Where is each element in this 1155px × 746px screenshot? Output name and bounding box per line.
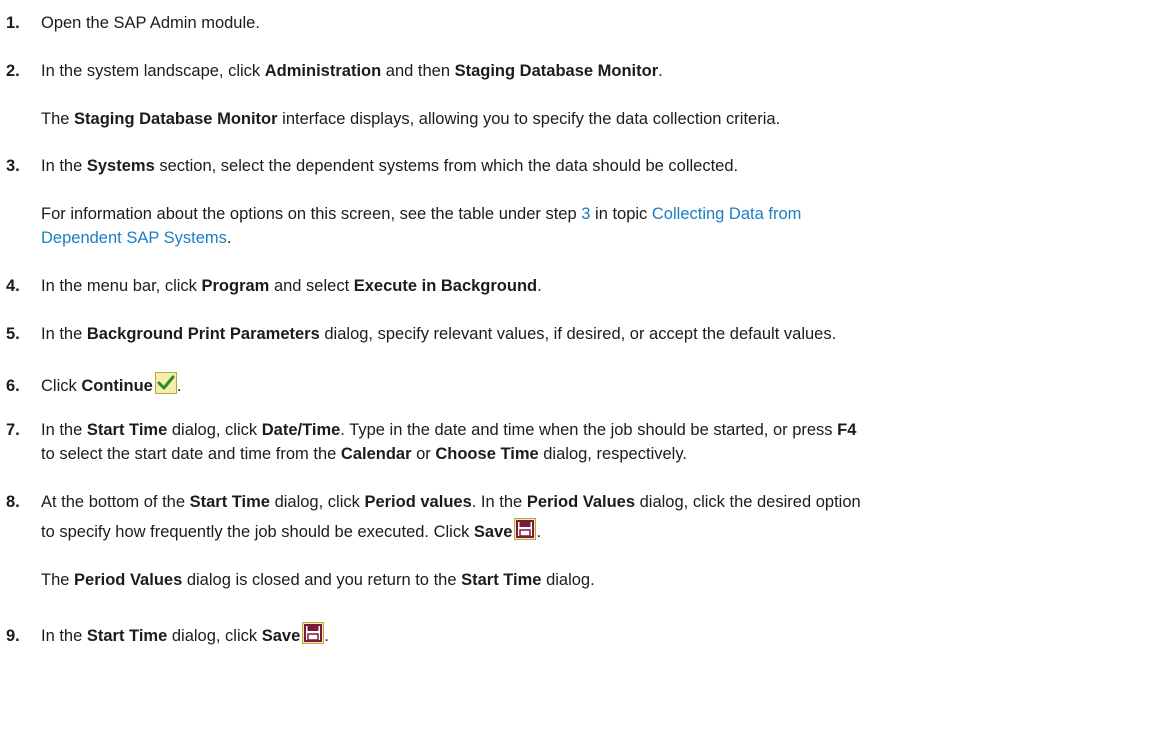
step-number: 3. [6,157,20,175]
step-7: 7. In the Start Time dialog, click Date/T… [0,420,856,440]
step-text: . Type in the date and time when the job… [340,421,838,439]
step-number: 2. [6,62,20,80]
step-text: In the [41,157,87,175]
save-icon [514,518,537,540]
step-text: dialog, click [167,627,262,645]
ui-term: Period values [364,493,472,511]
step-text: Click [41,377,82,395]
ui-term: Start Time [189,493,270,511]
step-text: dialog, specify relevant values, if desi… [319,325,837,343]
ui-term: Choose Time [435,445,539,463]
step-number: 5. [6,325,20,343]
step-text: Open the SAP Admin module. [41,14,260,32]
ui-term: Period Values [526,493,636,511]
step-number: 7. [6,421,20,439]
step-text: . [537,277,542,295]
step-4: 4. In the menu bar, click Program and sel… [0,276,542,296]
step-text: interface displays, allowing you to spec… [277,110,781,128]
ui-term: Start Time [461,571,542,589]
ui-term: Systems [86,157,155,175]
step-text: dialog, respectively. [538,445,687,463]
step-text: to specify how frequently the job should… [41,523,474,541]
step-text: dialog. [541,571,595,589]
step-text: . [226,229,232,247]
step-8-cont: to specify how frequently the job should… [41,518,541,542]
step-9: 9. In the Start Time dialog, click Save. [0,622,329,646]
step-text: to select the start date and time from t… [41,445,341,463]
step-number: 1. [6,14,20,32]
step-text: For information about the options on thi… [41,205,582,223]
ui-term: Calendar [340,445,412,463]
step-8: 8. At the bottom of the Start Time dialog… [0,492,861,512]
step-text: . [658,62,663,80]
step-text: . [536,523,542,541]
ui-term: Staging Database Monitor [454,62,659,80]
step-text: The [41,110,75,128]
step-text: The [41,571,75,589]
step-8-result: The Period Values dialog is closed and y… [41,570,595,590]
save-icon [302,622,325,644]
step-text: In the system landscape, click [41,62,265,80]
topic-link[interactable]: Collecting Data from [652,205,801,223]
step-text: At the bottom of the [41,493,190,511]
checkmark-icon [154,372,177,394]
step-number: 9. [6,627,20,645]
step-text: dialog, click [167,421,262,439]
step-number: 4. [6,277,20,295]
step-text: dialog, click [269,493,365,511]
ui-term: Date/Time [261,421,341,439]
ui-term: Staging Database Monitor [74,110,278,128]
step-1: 1. Open the SAP Admin module. [0,13,260,33]
step-3-info-cont: Dependent SAP Systems. [41,228,231,248]
step-3-info: For information about the options on thi… [41,204,801,224]
ui-term: Period Values [74,571,183,589]
step-5: 5. In the Background Print Parameters dia… [0,324,836,344]
step-text: section, select the dependent systems fr… [154,157,739,175]
step-3: 3. In the Systems section, select the dep… [0,156,738,176]
ui-term: Program [201,277,270,295]
step-text: in topic [590,205,652,223]
step-text: . [324,627,329,645]
step-7-cont: to select the start date and time from t… [41,444,687,464]
ui-term: Execute in Background [353,277,538,295]
ui-term: Start Time [86,421,168,439]
step-2: 2. In the system landscape, click Adminis… [0,61,663,81]
step-text: dialog is closed and you return to the [182,571,462,589]
step-text: dialog, click the desired option [635,493,861,511]
step-text: or [411,445,436,463]
step-number: 8. [6,493,20,511]
ui-term: Save [473,523,513,541]
step-text: In the menu bar, click [41,277,202,295]
ui-term: Start Time [86,627,168,645]
step-2-result: The Staging Database Monitor interface d… [41,109,780,129]
step-text: In the [41,421,87,439]
step-text: and select [269,277,354,295]
ui-term: Continue [81,377,153,395]
ui-term: Save [261,627,301,645]
ui-term: Background Print Parameters [86,325,320,343]
step-text: and then [381,62,455,80]
ui-term: Administration [264,62,382,80]
step-text: In the [41,627,87,645]
step-text: . In the [471,493,527,511]
topic-link[interactable]: Dependent SAP Systems [41,229,227,247]
step-6: 6. Click Continue. [0,372,181,396]
ui-term: F4 [837,421,857,439]
step-text: In the [41,325,87,343]
step-text: . [176,377,182,395]
step-number: 6. [6,377,20,395]
